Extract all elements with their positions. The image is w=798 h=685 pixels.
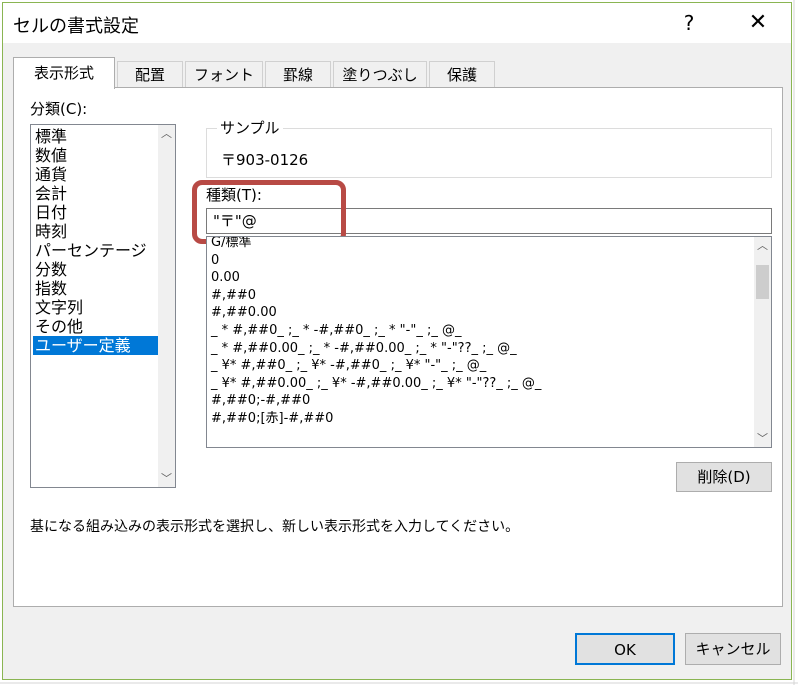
category-scrollbar[interactable]: ︿ ﹀ bbox=[158, 125, 175, 487]
category-item[interactable]: 文字列 bbox=[33, 298, 158, 317]
format-item[interactable]: G/標準 bbox=[209, 237, 739, 252]
format-item[interactable]: #,##0 bbox=[209, 287, 739, 305]
format-item[interactable]: _ * #,##0_ ;_ * -#,##0_ ;_ * "-"_ ;_ @_ bbox=[209, 322, 739, 340]
category-item[interactable]: 時刻 bbox=[33, 222, 158, 241]
category-item[interactable]: 数値 bbox=[33, 146, 158, 165]
format-item[interactable]: _ ¥* #,##0.00_ ;_ ¥* -#,##0.00_ ;_ ¥* "-… bbox=[209, 375, 739, 393]
format-item[interactable]: #,##0.00 bbox=[209, 304, 739, 322]
category-item[interactable]: 指数 bbox=[33, 279, 158, 298]
category-item[interactable]: 日付 bbox=[33, 203, 158, 222]
tab-border[interactable]: 罫線 bbox=[265, 61, 331, 87]
format-item[interactable]: _ ¥* #,##0_ ;_ ¥* -#,##0_ ;_ ¥* "-"_ ;_ … bbox=[209, 357, 739, 375]
category-item[interactable]: 通貨 bbox=[33, 165, 158, 184]
category-item[interactable]: その他 bbox=[33, 317, 158, 336]
sample-value: 〒903-0126 bbox=[221, 151, 309, 169]
format-type-list[interactable]: G/標準 0 0.00 #,##0 #,##0.00 _ * #,##0_ ;_… bbox=[206, 236, 772, 448]
category-items: 標準 数値 通貨 会計 日付 時刻 パーセンテージ 分数 指数 文字列 その他 … bbox=[33, 127, 158, 355]
scroll-up-icon[interactable]: ︿ bbox=[754, 237, 771, 254]
category-item[interactable]: 分数 bbox=[33, 260, 158, 279]
category-item[interactable]: 会計 bbox=[33, 184, 158, 203]
tab-number-format[interactable]: 表示形式 bbox=[13, 57, 115, 89]
annotation-highlight bbox=[192, 180, 346, 244]
format-item[interactable]: #,##0;-#,##0 bbox=[209, 392, 739, 410]
category-item[interactable]: パーセンテージ bbox=[33, 241, 158, 260]
dialog-client-area: 表示形式 配置 フォント 罫線 塗りつぶし 保護 分類(C): 標準 数値 通貨… bbox=[3, 43, 791, 679]
dialog-title: セルの書式設定 bbox=[13, 16, 139, 37]
ok-button[interactable]: OK bbox=[575, 633, 675, 665]
scroll-down-icon[interactable]: ﹀ bbox=[754, 430, 771, 447]
tab-fill[interactable]: 塗りつぶし bbox=[333, 61, 427, 87]
category-item-selected[interactable]: ユーザー定義 bbox=[33, 336, 158, 355]
format-item[interactable]: 0 bbox=[209, 252, 739, 270]
tab-alignment[interactable]: 配置 bbox=[117, 61, 183, 87]
tab-font[interactable]: フォント bbox=[185, 61, 263, 87]
cancel-button[interactable]: キャンセル bbox=[685, 633, 781, 665]
category-list[interactable]: 標準 数値 通貨 会計 日付 時刻 パーセンテージ 分数 指数 文字列 その他 … bbox=[30, 124, 176, 488]
format-cells-dialog: セルの書式設定 ? ✕ 表示形式 配置 フォント 罫線 塗りつぶし 保護 分類(… bbox=[2, 2, 792, 680]
description-text: 基になる組み込みの表示形式を選択し、新しい表示形式を入力してください。 bbox=[30, 519, 520, 535]
format-scrollbar[interactable]: ︿ ﹀ bbox=[754, 237, 771, 447]
category-label: 分類(C): bbox=[30, 100, 88, 118]
scroll-down-icon[interactable]: ﹀ bbox=[158, 470, 175, 487]
tab-protection[interactable]: 保護 bbox=[429, 61, 495, 87]
format-item[interactable]: 0.00 bbox=[209, 269, 739, 287]
scroll-up-icon[interactable]: ︿ bbox=[158, 125, 175, 142]
scroll-thumb[interactable] bbox=[756, 265, 769, 299]
format-items: G/標準 0 0.00 #,##0 #,##0.00 _ * #,##0_ ;_… bbox=[209, 237, 739, 428]
close-button[interactable]: ✕ bbox=[741, 8, 775, 38]
help-button[interactable]: ? bbox=[675, 9, 703, 37]
category-item[interactable]: 標準 bbox=[33, 127, 158, 146]
delete-button[interactable]: 削除(D) bbox=[676, 462, 772, 492]
format-item[interactable]: _ * #,##0.00_ ;_ * -#,##0.00_ ;_ * "-"??… bbox=[209, 340, 739, 358]
title-bar: セルの書式設定 ? ✕ bbox=[3, 3, 791, 43]
sample-label: サンプル bbox=[217, 117, 283, 138]
number-format-panel: 分類(C): 標準 数値 通貨 会計 日付 時刻 パーセンテージ 分数 指数 文… bbox=[13, 87, 783, 607]
format-item[interactable]: #,##0;[赤]-#,##0 bbox=[209, 410, 739, 428]
sample-group: サンプル 〒903-0126 bbox=[206, 117, 772, 178]
